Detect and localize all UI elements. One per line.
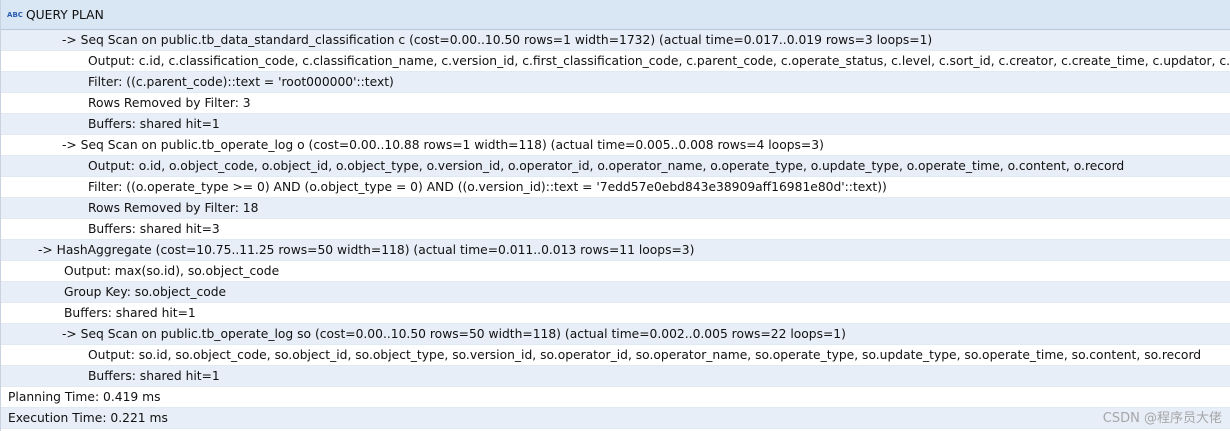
plan-row[interactable]: Buffers: shared hit=3 <box>1 219 1230 240</box>
plan-row[interactable]: Output: o.id, o.object_code, o.object_id… <box>1 156 1230 177</box>
plan-row[interactable]: Execution Time: 0.221 ms <box>1 408 1230 429</box>
plan-row[interactable]: Output: c.id, c.classification_code, c.c… <box>1 51 1230 72</box>
plan-row[interactable]: Group Key: so.object_code <box>1 282 1230 303</box>
query-plan-grid: ABC QUERY PLAN -> Seq Scan on public.tb_… <box>0 0 1230 431</box>
plan-row[interactable]: Planning Time: 0.419 ms <box>1 387 1230 408</box>
plan-row[interactable]: Buffers: shared hit=1 <box>1 303 1230 324</box>
plan-row[interactable]: Filter: ((o.operate_type >= 0) AND (o.ob… <box>1 177 1230 198</box>
plan-row[interactable]: -> Seq Scan on public.tb_data_standard_c… <box>1 30 1230 51</box>
abc-text-icon: ABC <box>7 10 23 19</box>
query-plan-column-header[interactable]: ABC QUERY PLAN <box>1 0 1230 30</box>
watermark: CSDN @程序员大佬 <box>1102 411 1222 426</box>
plan-row[interactable]: -> HashAggregate (cost=10.75..11.25 rows… <box>1 240 1230 261</box>
plan-row[interactable]: Buffers: shared hit=1 <box>1 366 1230 387</box>
plan-row[interactable]: Buffers: shared hit=1 <box>1 114 1230 135</box>
plan-row[interactable]: Output: so.id, so.object_code, so.object… <box>1 345 1230 366</box>
query-plan-rows: -> Seq Scan on public.tb_data_standard_c… <box>1 30 1230 429</box>
plan-row[interactable]: Rows Removed by Filter: 18 <box>1 198 1230 219</box>
plan-row[interactable]: Rows Removed by Filter: 3 <box>1 93 1230 114</box>
plan-row[interactable]: Output: max(so.id), so.object_code <box>1 261 1230 282</box>
column-title: QUERY PLAN <box>26 7 104 22</box>
plan-row[interactable]: -> Seq Scan on public.tb_operate_log so … <box>1 324 1230 345</box>
plan-row[interactable]: Filter: ((c.parent_code)::text = 'root00… <box>1 72 1230 93</box>
plan-row[interactable]: -> Seq Scan on public.tb_operate_log o (… <box>1 135 1230 156</box>
